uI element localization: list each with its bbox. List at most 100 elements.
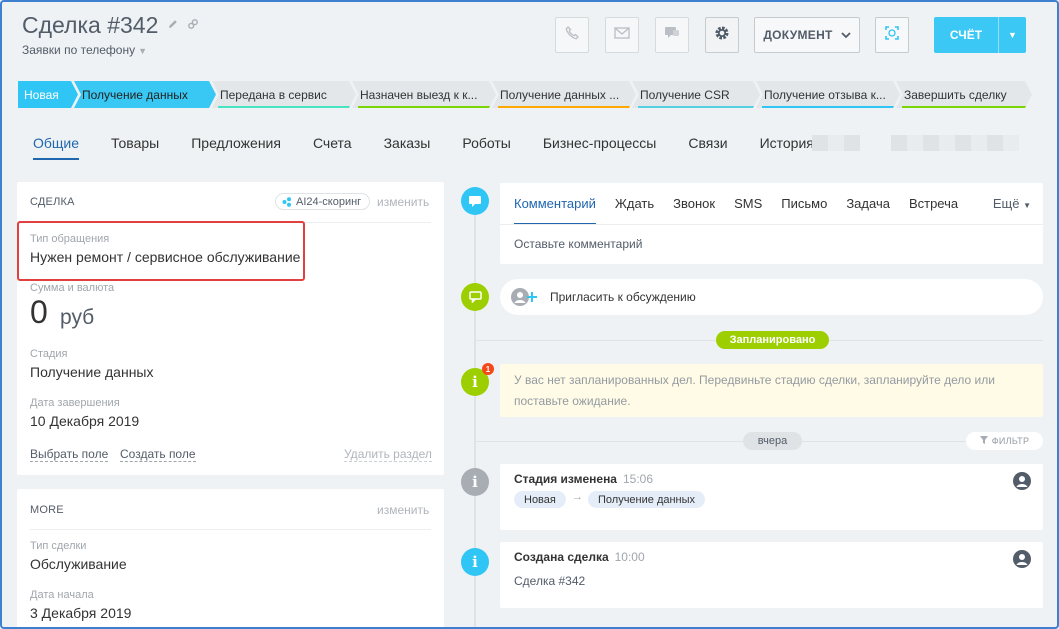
composer-more-menu[interactable]: Ещё ▼	[993, 196, 1031, 211]
planned-count-badge: 1	[482, 363, 494, 375]
hidden-tab[interactable]	[891, 135, 1019, 151]
document-button[interactable]: ДОКУМЕНТ	[754, 17, 860, 53]
composer-tab[interactable]: SMS	[734, 196, 762, 225]
event-title-text: Стадия изменена	[514, 472, 617, 486]
stage-from-chip: Новая	[514, 491, 566, 508]
stage-label: Получение CSR	[640, 87, 730, 102]
stage-item[interactable]: Передана в сервис	[212, 81, 356, 108]
select-field-link[interactable]: Выбрать поле	[30, 447, 109, 462]
tab-item[interactable]: Связи	[688, 135, 727, 160]
edit-title-icon[interactable]	[167, 18, 179, 33]
discussion-timeline-icon	[461, 283, 489, 311]
more-card-heading: MORE	[30, 504, 64, 516]
tab-item[interactable]: Бизнес-процессы	[543, 135, 656, 160]
deal-type-label: Тип сделки	[30, 540, 87, 552]
email-button[interactable]	[605, 17, 639, 53]
delete-section-link[interactable]: Удалить раздел	[344, 447, 432, 462]
stage-color-underline	[638, 106, 754, 108]
tab-item[interactable]: Заказы	[384, 135, 431, 160]
tab-item[interactable]: Товары	[111, 135, 159, 160]
stage-item[interactable]: Получение CSR	[632, 81, 760, 108]
timeline-event: Создана сделка 10:00 Сделка #342	[500, 542, 1043, 608]
tab-item[interactable]: Предложения	[191, 135, 281, 160]
chat-button[interactable]	[655, 17, 689, 53]
event-subtitle[interactable]: Сделка #342	[514, 574, 585, 588]
start-date-label: Дата начала	[30, 589, 94, 601]
activity-composer: Комментарий Ждать Звонок SMS Письмо Задача Вст…	[500, 183, 1043, 264]
composer-tab[interactable]: Встреча	[909, 196, 958, 225]
stage-label: Назначен выезд к к...	[360, 87, 478, 102]
link-icon[interactable]	[187, 18, 199, 33]
stage-label: Передана в сервис	[220, 87, 327, 102]
sync-icon	[884, 25, 900, 46]
ai-scoring-label: AI24-скоринг	[296, 195, 362, 208]
stage-color-underline	[498, 106, 630, 108]
stage-label: Получение данных	[82, 87, 188, 102]
stage-value[interactable]: Получение данных	[30, 364, 154, 380]
timeline-event: Стадия изменена 15:06 Новая → Получение д…	[500, 464, 1043, 530]
composer-tab[interactable]: Задача	[846, 196, 890, 225]
chevron-down-icon: ▼	[1023, 201, 1031, 210]
tab-item[interactable]: Счета	[313, 135, 352, 160]
stage-item[interactable]: Получение данных ...	[492, 81, 636, 108]
planned-section-label: Запланировано	[716, 331, 829, 349]
start-date-value[interactable]: 3 Декабря 2019	[30, 605, 131, 621]
tab-item[interactable]: Роботы	[462, 135, 510, 160]
hidden-tab[interactable]	[812, 135, 860, 151]
gear-icon	[714, 25, 730, 46]
event-title: Стадия изменена 15:06	[514, 472, 653, 486]
deal-card-heading: СДЕЛКА	[30, 196, 75, 208]
info-timeline-icon: i	[461, 548, 489, 576]
stage-item[interactable]: Назначен выезд к к...	[352, 81, 496, 108]
tab-item[interactable]: История	[760, 135, 814, 160]
stage-color-underline	[218, 106, 350, 108]
stage-color-underline	[762, 106, 894, 108]
stage-item[interactable]: Завершить сделку	[896, 81, 1032, 108]
composer-tabs: Комментарий Ждать Звонок SMS Письмо Задача Вст…	[514, 196, 977, 225]
funnel-icon	[979, 436, 988, 446]
composer-tab[interactable]: Комментарий	[514, 196, 596, 225]
invite-discussion-button[interactable]: Пригласить к обсуждению	[500, 279, 1043, 315]
comment-timeline-icon	[461, 187, 489, 215]
section-tabs: Общие Товары Предложения Счета Заказы Роботы Б…	[33, 135, 846, 160]
settings-button[interactable]	[705, 17, 739, 53]
avatar[interactable]	[1013, 550, 1031, 568]
composer-tab[interactable]: Ждать	[615, 196, 654, 225]
close-date-value[interactable]: 10 Декабря 2019	[30, 413, 139, 429]
composer-tab[interactable]: Письмо	[781, 196, 827, 225]
invoice-button[interactable]: СЧЁТ ▼	[934, 17, 1026, 53]
stage-item[interactable]: Получение отзыва к...	[756, 81, 900, 108]
divider	[500, 224, 1043, 225]
avatar[interactable]	[1013, 472, 1031, 490]
call-button[interactable]	[555, 17, 589, 53]
invoice-label: СЧЁТ	[949, 28, 983, 42]
stage-item[interactable]: Получение данных	[74, 81, 216, 108]
category-label: Заявки по телефону	[22, 43, 136, 57]
chevron-down-icon	[841, 28, 851, 42]
amount-value[interactable]: 0	[30, 294, 48, 331]
sync-button[interactable]	[875, 17, 909, 53]
create-field-link[interactable]: Создать поле	[120, 447, 196, 462]
stage-bar: Новая Получение данных Передана в сервис На…	[18, 81, 1028, 109]
stage-color-underline	[902, 106, 1026, 108]
comment-input[interactable]: Оставьте комментарий	[514, 237, 642, 251]
divider	[30, 529, 431, 530]
chevron-down-icon: ▼	[1008, 30, 1017, 40]
stage-item[interactable]: Новая	[18, 81, 78, 108]
deal-type-value[interactable]: Обслуживание	[30, 556, 127, 572]
invoice-dropdown-toggle[interactable]: ▼	[998, 17, 1026, 53]
stage-color-underline	[358, 106, 490, 108]
filter-button[interactable]: ФИЛЬТР	[966, 432, 1043, 450]
composer-tab[interactable]: Звонок	[673, 196, 715, 225]
envelope-icon	[614, 26, 630, 44]
event-time: 10:00	[614, 550, 645, 564]
category-selector[interactable]: Заявки по телефону ▼	[22, 43, 147, 58]
phone-icon	[564, 25, 580, 46]
event-title: Создана сделка 10:00	[514, 550, 645, 564]
change-more-card-link[interactable]: изменить	[377, 503, 429, 517]
chat-icon	[664, 26, 680, 45]
tab-item[interactable]: Общие	[33, 135, 80, 160]
invite-label: Пригласить к обсуждению	[550, 290, 696, 304]
ai-scoring-badge[interactable]: AI24-скоринг	[275, 193, 371, 210]
change-deal-card-link[interactable]: изменить	[377, 195, 429, 209]
